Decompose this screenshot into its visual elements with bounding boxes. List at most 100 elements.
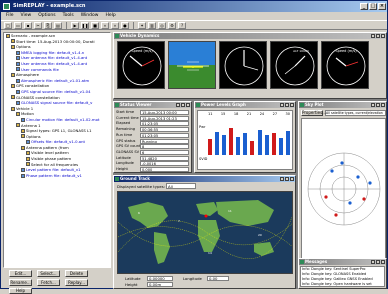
menu-view[interactable]: View: [21, 12, 32, 20]
file-icon: [16, 56, 20, 61]
altimeter-label: ALT 10000: [293, 49, 309, 53]
svg-text:6: 6: [138, 211, 140, 215]
replay-button[interactable]: Replay...: [65, 279, 88, 286]
longitude-value: 0.00: [207, 276, 229, 281]
power-axis-tick: 21: [246, 112, 252, 116]
folder-icon: [21, 128, 25, 133]
menu-bar: File View Options Tools Window Help: [1, 12, 387, 20]
world-map: 6 7 11 20 14: [117, 191, 293, 274]
power-axis-tick: 30: [285, 112, 290, 116]
sky-plot-canvas: [301, 118, 386, 266]
globe-icon[interactable]: ◎: [158, 22, 166, 29]
power-bar: [229, 128, 234, 155]
status-row: Start time 15-Aug-2013 00:00: [116, 110, 189, 115]
power-levels-title: Power Levels Graph: [201, 102, 246, 107]
speed-gauge-2-label: Speed (m/s): [335, 49, 357, 53]
fetch-button[interactable]: Fetch...: [37, 279, 60, 286]
vehicle-dynamics-window[interactable]: Vehicle Dynamics Speed (m/s) ALT 10000 S…: [113, 32, 387, 99]
menu-window[interactable]: Window: [81, 12, 99, 20]
rewind-icon[interactable]: «: [101, 22, 109, 29]
pause-icon[interactable]: ❚❚: [81, 22, 89, 29]
scenario-tree[interactable]: Scenario - example.scn Start time: 15-Aug…: [3, 32, 111, 268]
power-bar: [208, 138, 212, 155]
save-icon[interactable]: ▪: [24, 22, 32, 29]
height-label: Height: [125, 282, 138, 287]
file-icon: [21, 117, 25, 122]
power-bar: [264, 135, 269, 155]
ground-track-window[interactable]: Ground Track Displayed satellite types: …: [113, 175, 296, 289]
file-icon: [21, 168, 25, 173]
power-bar: [222, 135, 227, 155]
menu-options[interactable]: Options: [38, 12, 55, 20]
status-value: 01:23:05: [140, 132, 189, 138]
svid-row-label: SVID: [199, 157, 208, 161]
app-icon: [3, 3, 10, 10]
svg-text:7: 7: [178, 219, 180, 223]
menu-file[interactable]: File: [6, 12, 14, 20]
power-row-label: Pwr: [199, 125, 206, 129]
sky-properties-button[interactable]: Properties...: [301, 110, 326, 116]
copy-icon[interactable]: ⎘: [44, 22, 52, 29]
cut-icon[interactable]: ✂: [34, 22, 42, 29]
status-value: -0.0016: [140, 161, 189, 167]
stop-icon[interactable]: ■: [91, 22, 99, 29]
rename-button[interactable]: Rename...: [9, 279, 32, 286]
tree-item[interactable]: Phase pattern file: default_v1: [4, 173, 110, 179]
attitude-indicator: [168, 41, 216, 89]
file-icon: [16, 50, 20, 55]
status-key: Elapsed: [116, 121, 131, 126]
new-icon[interactable]: □: [4, 22, 12, 29]
help-icon[interactable]: ?: [178, 22, 186, 29]
status-key: GPS SV count: [116, 144, 140, 149]
paste-icon[interactable]: ▤: [54, 22, 62, 29]
folder-icon: [26, 162, 30, 167]
minimize-button[interactable]: _: [360, 3, 368, 10]
displayed-types-select[interactable]: All: [166, 183, 196, 189]
power-bar: [278, 137, 283, 155]
status-row: Remaining 00:36:55: [116, 127, 189, 133]
file-icon: [16, 78, 20, 83]
play-icon[interactable]: ▶: [71, 22, 79, 29]
edit-button[interactable]: Edit...: [9, 270, 32, 277]
status-row: Elapsed 01:23:05: [116, 121, 189, 127]
close-button[interactable]: ×: [378, 3, 386, 10]
file-icon: [16, 67, 20, 72]
status-viewer-window[interactable]: Status Viewer Start time 15-Aug-2013 00:0…: [113, 101, 192, 173]
file-icon: [21, 173, 25, 178]
folder-icon: [16, 112, 20, 117]
power-bar: [236, 137, 241, 155]
select-button[interactable]: Select...: [37, 270, 60, 277]
settings-icon[interactable]: ⚙: [168, 22, 176, 29]
longitude-label: Longitude: [183, 276, 202, 281]
svg-text:14: 14: [208, 251, 212, 255]
latitude-value: 0.00000: [147, 276, 173, 281]
status-key: Current time: [116, 115, 139, 120]
speed-gauge-2: Speed (m/s): [321, 41, 369, 89]
messages-window[interactable]: Messages Info: Dongle key: Sentinel Supe…: [298, 258, 387, 289]
satellite-icon[interactable]: ✦: [138, 22, 146, 29]
sky-plot-title: Sky Plot: [305, 102, 324, 107]
record-icon[interactable]: ●: [121, 22, 129, 29]
status-key: Start time: [116, 110, 135, 114]
tree-item-label: Phase pattern file: default_v1: [26, 172, 82, 178]
sky-filter-select[interactable]: All satellite types, current/elevation: [325, 110, 386, 116]
file-icon: [16, 100, 20, 105]
open-icon[interactable]: ▭: [14, 22, 22, 29]
menu-tools[interactable]: Tools: [63, 12, 74, 20]
chart-icon[interactable]: ▥: [148, 22, 156, 29]
delete-button[interactable]: Delete: [65, 270, 88, 277]
power-levels-window[interactable]: Power Levels Graph 11 15 18 21 24 27 30 Pwr SV…: [194, 101, 296, 173]
menu-help[interactable]: Help: [105, 12, 115, 20]
status-key: Remaining: [116, 127, 136, 132]
power-axis-tick: 11: [208, 112, 213, 116]
file-icon: [26, 140, 30, 145]
sky-plot-window[interactable]: Sky Plot Properties... All satellite typ…: [298, 101, 387, 273]
forward-icon[interactable]: »: [111, 22, 119, 29]
maximize-button[interactable]: □: [369, 3, 377, 10]
status-row: GPS SV count 8: [116, 144, 189, 150]
ground-track-title: Ground Track: [120, 176, 150, 181]
status-viewer-title: Status Viewer: [120, 102, 152, 107]
folder-icon: [26, 156, 30, 161]
status-value: 15-Aug-2013 01:23: [140, 115, 189, 121]
folder-icon: [21, 134, 25, 139]
